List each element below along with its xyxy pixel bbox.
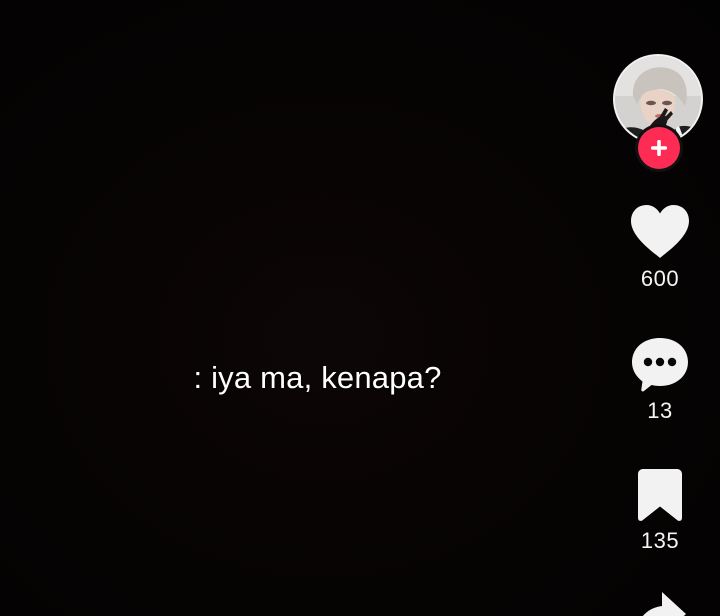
bookmark-button[interactable]: 135 xyxy=(614,468,706,554)
like-button[interactable]: 600 xyxy=(614,204,706,292)
creator-avatar-button[interactable] xyxy=(614,55,704,169)
plus-icon xyxy=(651,140,667,156)
share-button[interactable] xyxy=(614,590,706,616)
comment-button[interactable]: 13 xyxy=(614,336,706,424)
share-arrow-icon xyxy=(642,592,686,616)
like-count: 600 xyxy=(640,266,680,291)
comment-icon xyxy=(632,338,688,392)
bookmark-count: 135 xyxy=(640,528,680,553)
follow-button[interactable] xyxy=(638,127,680,169)
heart-icon xyxy=(631,205,689,258)
comment-count: 13 xyxy=(647,398,673,423)
bookmark-icon xyxy=(638,469,682,521)
